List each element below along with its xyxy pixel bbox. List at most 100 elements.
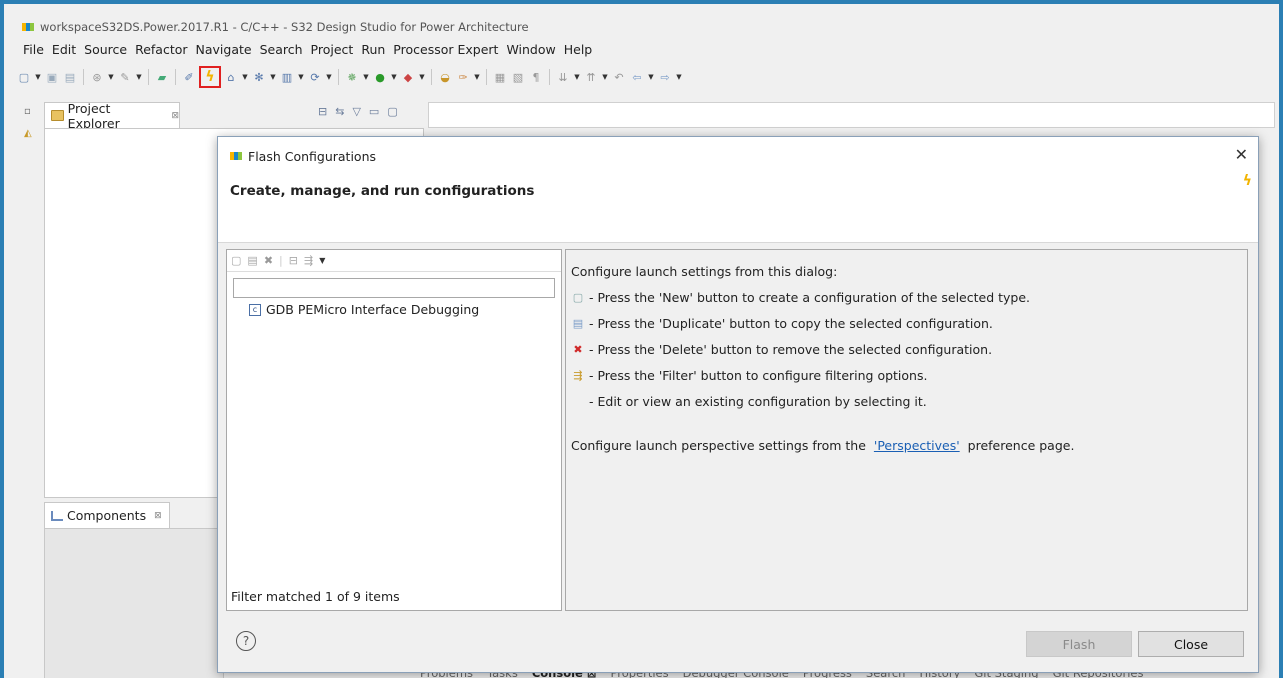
menu-processor-expert[interactable]: Processor Expert [389, 40, 502, 60]
open-icon[interactable]: ◒ [437, 69, 453, 85]
link-editor-icon[interactable]: ⇆ [335, 105, 344, 118]
brush-dropdown-arrow[interactable]: ▼ [473, 69, 481, 85]
tab-components[interactable]: Components ⊠ [44, 502, 170, 528]
window-titlebar: workspaceS32DS.Power.2017.R1 - C/C++ - S… [22, 18, 529, 36]
instruction-edit-text: - Edit or view an existing configuration… [589, 393, 927, 409]
tools-dropdown-arrow[interactable]: ▼ [135, 69, 143, 85]
last-edit-icon[interactable]: ↶ [611, 69, 627, 85]
collapse-all-icon[interactable]: ⊟ [318, 105, 327, 118]
close-button[interactable]: Close [1138, 631, 1244, 657]
debug-dropdown-arrow[interactable]: ▼ [269, 69, 277, 85]
menu-help[interactable]: Help [560, 40, 597, 60]
refresh-icon[interactable]: ⟳ [307, 69, 323, 85]
flash-banner-icon: ϟ [1242, 173, 1252, 189]
help-icon[interactable]: ? [236, 631, 256, 651]
debug-icon[interactable]: ✻ [251, 69, 267, 85]
save-icon[interactable]: ▣ [44, 69, 60, 85]
nav-forward-dropdown-arrow[interactable]: ▼ [675, 69, 683, 85]
menu-window[interactable]: Window [502, 40, 559, 60]
restore-icon[interactable]: ▫ [24, 106, 31, 117]
menu-refactor[interactable]: Refactor [131, 40, 191, 60]
perspective-icon[interactable]: ◭ [24, 128, 32, 139]
brush-icon[interactable]: ✑ [455, 69, 471, 85]
filter-input[interactable] [233, 278, 555, 298]
view-c-icon[interactable]: ¶ [528, 69, 544, 85]
nxp-logo-icon [230, 152, 242, 160]
instruction-duplicate-text: - Press the 'Duplicate' button to copy t… [589, 315, 993, 331]
tree-item-gdb-pemicro[interactable]: c GDB PEMicro Interface Debugging [249, 302, 479, 317]
menu-navigate[interactable]: Navigate [192, 40, 256, 60]
toolbar-separator [549, 69, 550, 85]
new-dropdown-arrow[interactable]: ▼ [34, 69, 42, 85]
collapse-all-icon[interactable]: ⊟ [289, 254, 298, 267]
duplicate-icon[interactable]: ▤ [247, 254, 257, 267]
view-b-icon[interactable]: ▧ [510, 69, 526, 85]
menu-search[interactable]: Search [256, 40, 307, 60]
next-annotation-icon[interactable]: ⇊ [555, 69, 571, 85]
toolbar-separator [148, 69, 149, 85]
menu-project[interactable]: Project [307, 40, 358, 60]
perspectives-link[interactable]: 'Perspectives' [874, 438, 960, 453]
menu-source[interactable]: Source [80, 40, 131, 60]
run-icon[interactable]: ● [372, 69, 388, 85]
perspective-settings-line: Configure launch perspective settings fr… [571, 432, 1242, 458]
filter-icon[interactable]: ⇶ [304, 254, 313, 267]
view-menu-icon[interactable]: ▽ [352, 105, 360, 118]
instruction-new-text: - Press the 'New' button to create a con… [589, 289, 1030, 305]
minimize-icon[interactable]: ▭ [369, 105, 379, 118]
menu-run[interactable]: Run [357, 40, 389, 60]
delete-icon: ✖ [573, 342, 583, 356]
prev-annotation-icon[interactable]: ⇈ [583, 69, 599, 85]
delete-icon[interactable]: ✖ [264, 254, 273, 267]
prev-annotation-dropdown-arrow[interactable]: ▼ [601, 69, 609, 85]
config-icon[interactable]: ▥ [279, 69, 295, 85]
new-config-icon: ▢ [572, 290, 584, 304]
build-icon[interactable]: ⊛ [89, 69, 105, 85]
config-dropdown-arrow[interactable]: ▼ [297, 69, 305, 85]
nav-back-icon[interactable]: ⇦ [629, 69, 645, 85]
build-dropdown-arrow[interactable]: ▼ [107, 69, 115, 85]
save-all-icon[interactable]: ▤ [62, 69, 78, 85]
run-dropdown-arrow[interactable]: ▼ [390, 69, 398, 85]
home-dropdown-arrow[interactable]: ▼ [241, 69, 249, 85]
instruction-delete-text: - Press the 'Delete' button to remove th… [589, 341, 993, 357]
tools-icon[interactable]: ✎ [117, 69, 133, 85]
toolbar-separator [431, 69, 432, 85]
flash-icon[interactable]: ϟ [199, 66, 221, 88]
nav-back-dropdown-arrow[interactable]: ▼ [647, 69, 655, 85]
close-icon[interactable]: ⊠ [154, 511, 162, 521]
maximize-icon[interactable]: ▢ [387, 105, 397, 118]
duplicate-icon: ▤ [572, 316, 584, 330]
bug-icon[interactable]: ✵ [344, 69, 360, 85]
tab-project-explorer[interactable]: Project Explorer ⊠ [44, 101, 180, 131]
menu-edit[interactable]: Edit [48, 40, 80, 60]
external-tools-icon[interactable]: ◆ [400, 69, 416, 85]
perspective-prefix: Configure launch perspective settings fr… [571, 437, 870, 453]
nxp-logo-icon [22, 23, 34, 31]
menu-file[interactable]: File [22, 40, 48, 60]
view-a-icon[interactable]: ▦ [492, 69, 508, 85]
new-icon[interactable]: ▢ [16, 69, 32, 85]
new-config-icon[interactable]: ▢ [231, 254, 241, 267]
toolbar-separator [83, 69, 84, 85]
close-icon[interactable]: ✕ [1235, 145, 1248, 164]
ide-window: workspaceS32DS.Power.2017.R1 - C/C++ - S… [4, 4, 1279, 678]
refresh-dropdown-arrow[interactable]: ▼ [325, 69, 333, 85]
next-annotation-dropdown-arrow[interactable]: ▼ [573, 69, 581, 85]
external-tools-dropdown-arrow[interactable]: ▼ [418, 69, 426, 85]
main-toolbar: ▢ ▼ ▣ ▤ ⊛ ▼ ✎ ▼ ▰ ✐ ϟ ⌂ ▼ ✻ ▼ ▥ ▼ ⟳ ▼ ✵ … [16, 66, 683, 88]
instruction-new: ▢ - Press the 'New' button to create a c… [571, 284, 1242, 310]
toolbar-separator: | [279, 254, 283, 267]
home-icon[interactable]: ⌂ [223, 69, 239, 85]
flash-button[interactable]: Flash [1026, 631, 1132, 657]
filter-dropdown-arrow[interactable]: ▼ [319, 256, 325, 265]
nav-forward-icon[interactable]: ⇨ [657, 69, 673, 85]
close-icon[interactable]: ⊠ [171, 111, 179, 121]
instruction-duplicate: ▤ - Press the 'Duplicate' button to copy… [571, 310, 1242, 336]
bug-dropdown-arrow[interactable]: ▼ [362, 69, 370, 85]
filter-status: Filter matched 1 of 9 items [231, 589, 400, 604]
instructions-pane: Configure launch settings from this dial… [565, 249, 1248, 611]
dialog-header: Create, manage, and run configurations ϟ [218, 173, 1258, 243]
pen-icon[interactable]: ✐ [181, 69, 197, 85]
terminal-icon[interactable]: ▰ [154, 69, 170, 85]
